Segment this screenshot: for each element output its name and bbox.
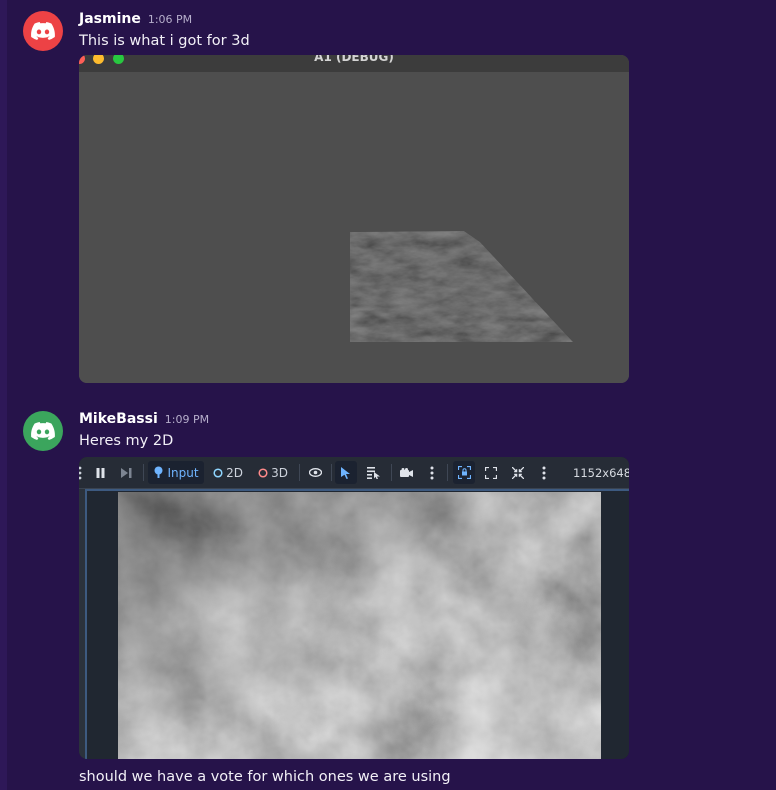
toolbar-separator — [143, 464, 144, 481]
image-attachment-2d[interactable]: Input 2D 3D 1152x648 — [79, 457, 629, 759]
mode-3d-label: 3D — [271, 465, 288, 480]
fullscreen-expand-icon[interactable] — [480, 461, 502, 484]
game-viewport-3d — [79, 72, 629, 383]
terrain-mesh-render — [350, 231, 573, 342]
message-text: Heres my 2D — [79, 433, 174, 449]
left-rail — [0, 0, 7, 790]
eye-icon[interactable] — [305, 461, 325, 484]
more-options-icon[interactable] — [423, 461, 441, 484]
avatar[interactable] — [23, 411, 63, 451]
image-attachment-3d[interactable]: A1 (DEBUG) — [79, 55, 629, 383]
timestamp[interactable]: 1:06 PM — [148, 13, 192, 26]
discord-logo-icon — [31, 22, 55, 40]
godot-game-toolbar: Input 2D 3D 1152x648 — [79, 457, 629, 489]
toolbar-separator — [391, 464, 392, 481]
message-text: should we have a vote for which ones we … — [79, 769, 451, 785]
message-header: MikeBassi 1:09 PM — [79, 411, 209, 427]
pause-icon[interactable] — [91, 461, 109, 484]
circle-3d-icon — [258, 467, 268, 478]
select-cursor-icon[interactable] — [335, 461, 357, 484]
embed-lock-icon[interactable] — [453, 461, 475, 484]
toolbar-grip-icon — [79, 461, 83, 484]
avatar[interactable] — [23, 11, 63, 51]
username[interactable]: MikeBassi — [79, 411, 158, 427]
window-title: A1 (DEBUG) — [314, 55, 394, 64]
input-label: Input — [167, 465, 199, 480]
list-select-icon[interactable] — [362, 461, 384, 484]
input-joystick-icon — [154, 466, 163, 478]
message-text: This is what i got for 3d — [79, 33, 250, 49]
circle-2d-icon — [213, 467, 223, 478]
mode-2d-button[interactable]: 2D — [210, 461, 246, 484]
resolution-readout: 1152x648 — [573, 466, 629, 480]
more-options-icon[interactable] — [535, 461, 553, 484]
viewport-frame-left — [85, 489, 87, 759]
discord-logo-icon — [31, 422, 55, 440]
input-toggle-button[interactable]: Input — [148, 461, 204, 484]
toolbar-separator — [447, 464, 448, 481]
game-view-panel — [79, 489, 629, 759]
toolbar-separator — [299, 464, 300, 481]
noise-texture-render — [118, 492, 601, 759]
step-frame-icon[interactable] — [117, 461, 135, 484]
mode-2d-label: 2D — [226, 465, 243, 480]
viewport-frame-top — [85, 489, 629, 491]
fit-window-icon[interactable] — [507, 461, 529, 484]
toolbar-separator — [331, 464, 332, 481]
camera-icon[interactable] — [395, 461, 417, 484]
message-header: Jasmine 1:06 PM — [79, 11, 192, 27]
timestamp[interactable]: 1:09 PM — [165, 413, 209, 426]
username[interactable]: Jasmine — [79, 11, 141, 27]
mode-3d-button[interactable]: 3D — [255, 461, 291, 484]
window-titlebar: A1 (DEBUG) — [79, 55, 629, 72]
